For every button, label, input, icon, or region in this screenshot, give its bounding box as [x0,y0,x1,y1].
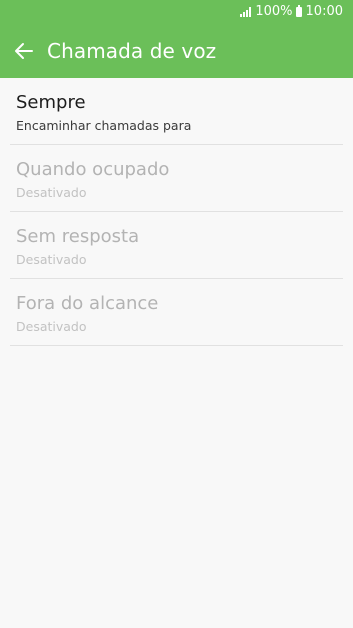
list-item-title: Sempre [16,92,86,113]
list-item-title: Sem resposta [16,226,140,247]
list-item-subtitle: Desativado [16,185,87,200]
list-item-title: Quando ocupado [16,159,170,180]
signal-bars-icon [240,7,252,17]
list-item-no-answer: Sem resposta Desativado [10,212,343,279]
call-forwarding-options-list: Sempre Encaminhar chamadas para Quando o… [0,78,353,346]
page-title: Chamada de voz [47,39,217,63]
battery-icon [295,5,302,17]
list-item-unreachable: Fora do alcance Desativado [10,279,343,346]
status-bar: 100% 10:00 [0,0,353,24]
list-item-subtitle: Encaminhar chamadas para [16,118,192,133]
list-item-always[interactable]: Sempre Encaminhar chamadas para [10,78,343,145]
list-item-when-busy: Quando ocupado Desativado [10,145,343,212]
list-item-subtitle: Desativado [16,319,87,334]
app-bar: Chamada de voz [0,24,353,78]
list-item-subtitle: Desativado [16,252,87,267]
battery-level: 100% [255,4,293,19]
back-arrow-icon[interactable] [12,39,36,63]
list-item-title: Fora do alcance [16,293,159,314]
clock: 10:00 [305,4,343,19]
status-indicators: 100% 10:00 [240,4,343,20]
